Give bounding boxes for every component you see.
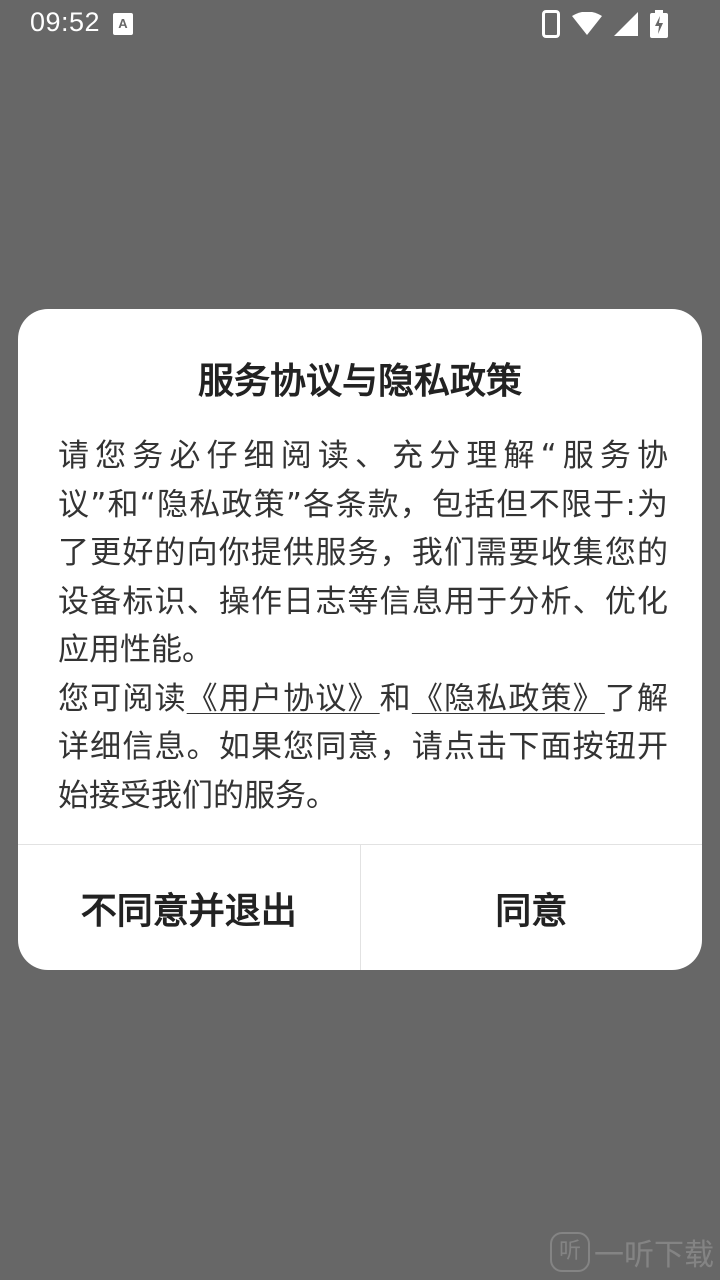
screen: 09:52 A 服务协议与隐私政策 请您务必仔细阅读、充分理解“服务协议”和“隐…: [0, 0, 720, 1280]
status-bar: 09:52 A: [0, 0, 720, 48]
status-icons: [542, 9, 668, 39]
watermark-logo-icon: 听: [550, 1232, 590, 1272]
battery-charging-icon: [650, 10, 668, 38]
watermark: 听 一听下载: [550, 1230, 714, 1274]
body-and-text: 和: [379, 680, 412, 717]
body-intro-text: 请您务必仔细阅读、充分理解“服务协议”和“隐私政策”各条款，包括但不限于:为了更…: [58, 438, 668, 668]
disagree-exit-button[interactable]: 不同意并退出: [18, 845, 360, 970]
dialog-button-row: 不同意并退出 同意: [18, 844, 702, 970]
user-agreement-link[interactable]: 《用户协议》: [187, 681, 380, 717]
signal-icon: [614, 12, 638, 36]
agree-button[interactable]: 同意: [361, 845, 703, 970]
wifi-icon: [572, 12, 602, 35]
watermark-text: 一听下载: [594, 1238, 714, 1273]
status-time: 09:52: [30, 7, 101, 37]
privacy-policy-link[interactable]: 《隐私政策》: [412, 681, 605, 717]
dialog-body: 请您务必仔细阅读、充分理解“服务协议”和“隐私政策”各条款，包括但不限于:为了更…: [58, 432, 668, 820]
phone-icon: [542, 10, 560, 38]
dialog-title: 服务协议与隐私政策: [197, 361, 522, 402]
notification-a-icon: A: [113, 13, 133, 35]
body-read-text: 您可阅读: [58, 680, 187, 717]
